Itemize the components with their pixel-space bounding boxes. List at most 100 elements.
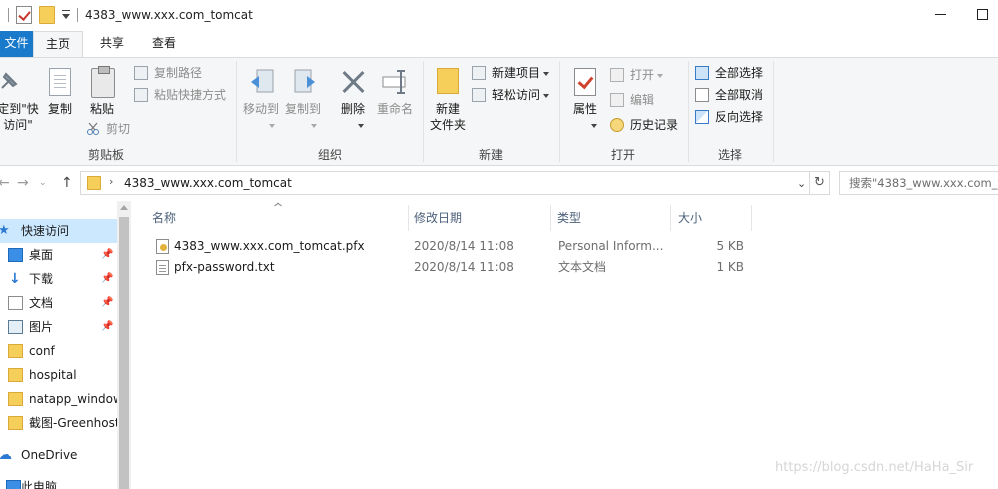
file-row[interactable]: 4383_www.xxx.com_tomcat.pfx 2020/8/14 11… — [149, 236, 869, 257]
open-label: 打开 — [630, 68, 655, 82]
minimize-button[interactable] — [935, 14, 946, 15]
address-path[interactable]: 4383_www.xxx.com_tomcat — [124, 176, 292, 190]
pin-label-line1: 定到"快 — [0, 102, 39, 116]
nav-item-label: 下载 — [29, 272, 54, 286]
delete-icon — [341, 70, 365, 94]
properties-button[interactable]: 属性 — [566, 101, 604, 133]
search-input[interactable]: 搜索"4383_www.xxx.com_tomcat" — [839, 171, 998, 195]
scrollbar-thumb[interactable] — [119, 217, 129, 489]
copy-path-button[interactable]: 复制路径 — [134, 63, 202, 83]
move-to-label: 移动到 — [242, 102, 279, 116]
invert-selection-label: 反向选择 — [715, 110, 764, 124]
file-row[interactable]: pfx-password.txt 2020/8/14 11:08 文本文档 1 … — [149, 257, 869, 278]
easy-access-button[interactable]: 轻松访问 — [472, 85, 550, 105]
tab-file[interactable]: 文件 — [0, 31, 33, 57]
copy-button[interactable]: 复制 — [44, 101, 76, 117]
edit-label: 编辑 — [630, 93, 655, 107]
ribbon-tabs: 文件 主页 共享 查看 — [0, 31, 998, 58]
certificate-file-icon — [156, 239, 169, 254]
forward-arrow-icon[interactable]: → — [17, 175, 29, 191]
column-header-label: 类型 — [557, 211, 582, 225]
pin-icon[interactable]: 📌 — [101, 291, 113, 315]
new-folder-quick-icon[interactable] — [39, 6, 55, 24]
cut-label: 剪切 — [106, 122, 131, 136]
nav-item-desktop[interactable]: 桌面 📌 — [0, 243, 118, 267]
file-modified: 2020/8/14 11:08 — [414, 239, 514, 253]
properties-icon — [574, 68, 596, 96]
paste-button[interactable]: 粘贴 — [86, 101, 118, 117]
tab-home[interactable]: 主页 — [33, 31, 83, 58]
column-header-label: 修改日期 — [414, 211, 463, 225]
navigation-scrollbar[interactable] — [117, 201, 131, 489]
back-arrow-icon[interactable]: ← — [0, 175, 10, 191]
nav-item-conf[interactable]: conf — [0, 339, 118, 363]
folder-icon — [8, 416, 23, 430]
paste-icon — [91, 66, 115, 98]
copy-path-label: 复制路径 — [154, 66, 203, 80]
scroll-up-icon[interactable] — [120, 205, 128, 210]
open-button[interactable]: 打开 — [610, 65, 664, 85]
nav-item-pictures[interactable]: 图片 📌 — [0, 315, 118, 339]
tab-view[interactable]: 查看 — [140, 31, 188, 57]
easy-access-icon — [472, 88, 486, 102]
nav-item-screenshots-greenhost[interactable]: 截图-Greenhost — [0, 411, 118, 435]
breadcrumb-chevron-icon[interactable]: › — [109, 175, 113, 188]
nav-item-onedrive[interactable]: ☁ OneDrive — [0, 443, 118, 467]
nav-item-hospital[interactable]: hospital — [0, 363, 118, 387]
nav-item-label: 截图-Greenhost — [29, 416, 118, 430]
column-header-date[interactable]: 修改日期 — [414, 206, 462, 230]
tab-share[interactable]: 共享 — [88, 31, 136, 57]
new-folder-button[interactable]: 新建 文件夹 — [426, 101, 470, 133]
cut-button[interactable]: 剪切 — [86, 119, 130, 139]
move-to-button[interactable]: 移动到 — [240, 101, 282, 133]
column-separator[interactable] — [408, 205, 409, 231]
new-item-button[interactable]: 新建项目 — [472, 63, 550, 83]
invert-selection-button[interactable]: 反向选择 — [695, 107, 763, 127]
copy-to-button[interactable]: 复制到 — [282, 101, 324, 133]
history-label: 历史记录 — [630, 118, 679, 132]
new-folder-icon — [437, 68, 459, 94]
history-button[interactable]: 历史记录 — [610, 115, 678, 135]
pin-quick-access-button[interactable]: 定到"快 访问" — [0, 101, 40, 133]
properties-caret-icon — [580, 117, 604, 133]
address-bar[interactable]: › 4383_www.xxx.com_tomcat ⌄ — [80, 171, 810, 195]
edit-button[interactable]: 编辑 — [610, 90, 654, 110]
column-separator[interactable] — [670, 205, 671, 231]
nav-item-this-pc[interactable]: 此电脑 — [0, 475, 118, 489]
column-separator[interactable] — [550, 205, 551, 231]
file-type: 文本文档 — [558, 260, 607, 274]
column-header-name[interactable]: 名称 — [152, 206, 176, 230]
group-separator — [559, 61, 560, 162]
rename-button[interactable]: 重命名 — [373, 101, 417, 117]
maximize-button[interactable] — [977, 9, 988, 20]
copy-icon — [49, 68, 71, 96]
customize-quick-access-icon[interactable] — [60, 9, 72, 21]
select-all-button[interactable]: 全部选择 — [695, 63, 763, 83]
column-separator[interactable] — [751, 205, 752, 231]
paste-shortcut-button[interactable]: 粘贴快捷方式 — [134, 85, 226, 105]
move-to-icon — [251, 69, 274, 93]
nav-item-documents[interactable]: 文档 📌 — [0, 291, 118, 315]
pin-icon[interactable]: 📌 — [101, 243, 113, 267]
pin-icon[interactable]: 📌 — [101, 267, 113, 291]
column-header-type[interactable]: 类型 — [557, 206, 581, 230]
properties-quick-icon[interactable] — [16, 6, 32, 24]
select-none-button[interactable]: 全部取消 — [695, 85, 763, 105]
delete-button[interactable]: 删除 — [336, 101, 370, 133]
pin-icon[interactable]: 📌 — [101, 315, 113, 339]
nav-item-quick-access[interactable]: ★ 快速访问 — [0, 219, 118, 243]
invert-selection-icon — [695, 110, 709, 124]
refresh-button[interactable]: ↻ — [810, 171, 830, 195]
column-header-size[interactable]: 大小 — [678, 206, 702, 230]
history-icon — [610, 118, 624, 132]
up-arrow-icon[interactable]: ↑ — [61, 175, 73, 191]
title-separator — [77, 8, 78, 22]
nav-item-natapp-windows[interactable]: natapp_windows — [0, 387, 118, 411]
open-caret-icon — [657, 73, 664, 78]
nav-item-downloads[interactable]: ↓ 下载 📌 — [0, 267, 118, 291]
address-dropdown-icon[interactable]: ⌄ — [797, 177, 806, 190]
title-bar: 4383_www.xxx.com_tomcat — [0, 0, 998, 31]
recent-locations-caret-icon[interactable]: ⌄ — [39, 178, 47, 188]
open-icon — [610, 68, 624, 82]
group-separator — [688, 61, 689, 162]
